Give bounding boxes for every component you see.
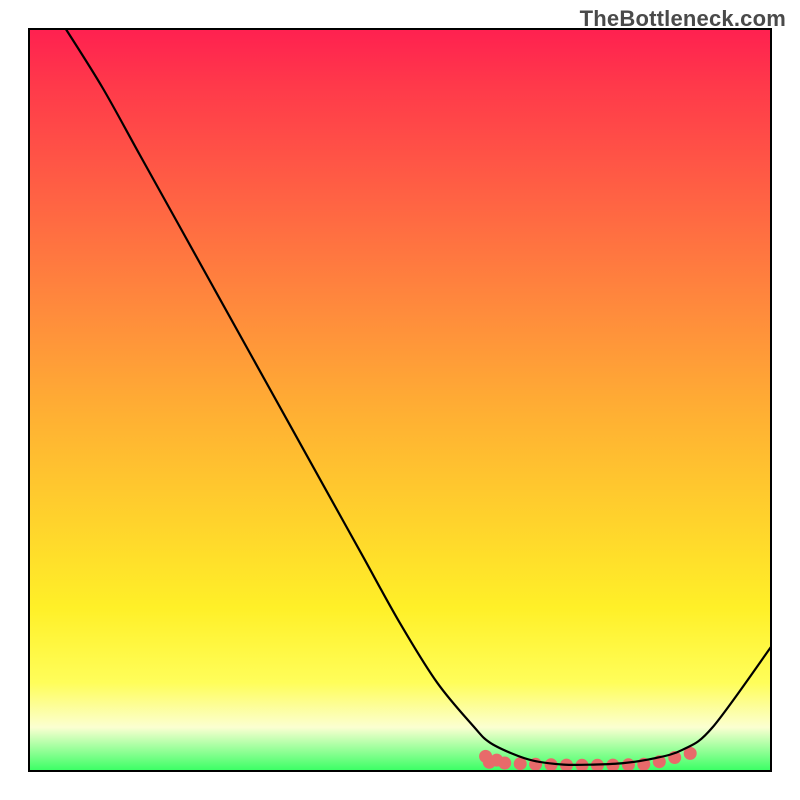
valley-dot xyxy=(622,758,635,771)
valley-dot xyxy=(479,750,492,763)
plot-area xyxy=(28,28,772,772)
chart-svg xyxy=(28,28,772,772)
valley-dot xyxy=(490,754,503,767)
bottleneck-curve-path xyxy=(65,28,772,765)
valley-marker-group xyxy=(479,747,697,772)
chart-container: TheBottleneck.com xyxy=(0,0,800,800)
watermark-text: TheBottleneck.com xyxy=(580,6,786,32)
